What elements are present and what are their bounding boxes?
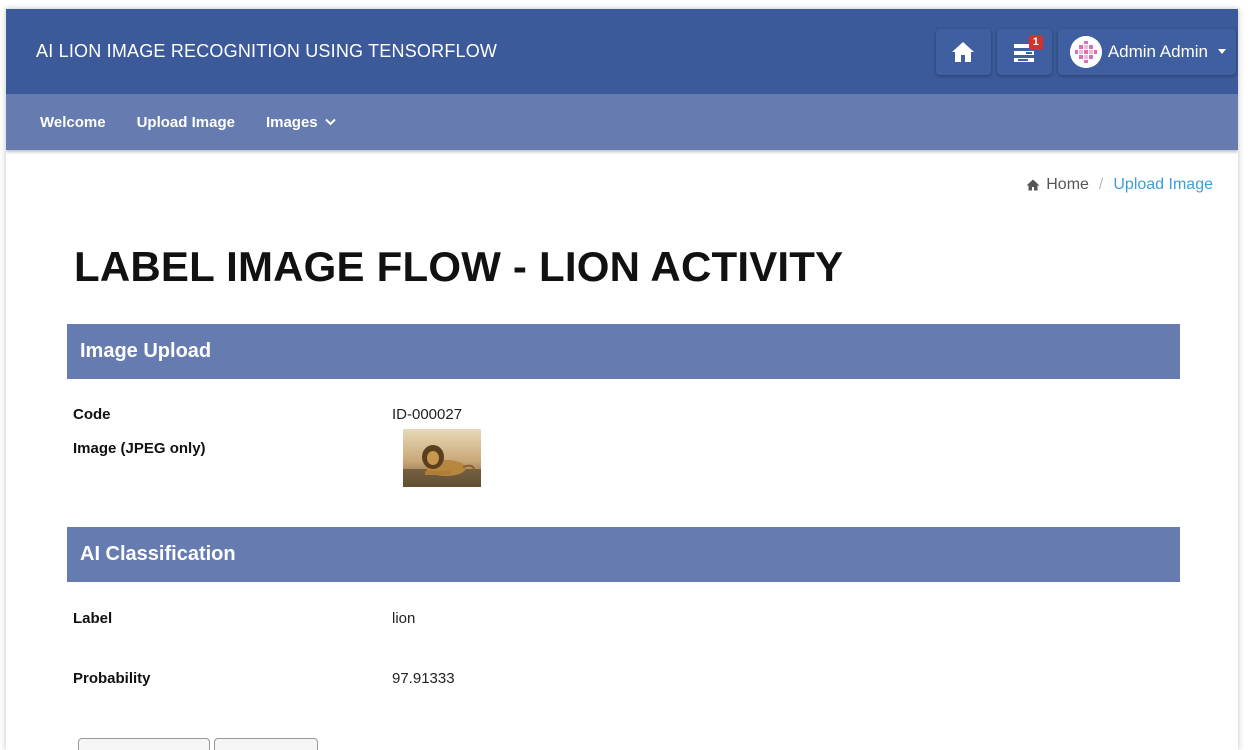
app-title: AI LION IMAGE RECOGNITION USING TENSORFL… [36,41,498,61]
label-value: lion [392,610,416,627]
form-button-secondary[interactable] [214,738,318,750]
nav-item-images[interactable]: Images [266,114,336,131]
code-label: Code [73,406,111,423]
user-name: Admin Admin [1107,41,1208,61]
notification-badge: 1 [1028,34,1043,50]
page-title: LABEL IMAGE FLOW - LION ACTIVITY [74,243,844,290]
main-nav: Welcome Upload Image Images [6,94,1238,150]
probability-value: 97.91333 [392,670,455,687]
tasks-button[interactable]: 1 [996,28,1052,75]
home-icon [952,41,975,62]
breadcrumb-current[interactable]: Upload Image [1113,176,1213,194]
lion-image-thumbnail[interactable] [403,429,481,487]
chevron-down-icon [324,118,336,126]
image-upload-header: Image Upload [67,324,1180,379]
nav-item-welcome[interactable]: Welcome [40,114,106,131]
ai-classification-header: AI Classification [67,527,1180,582]
breadcrumb-separator: / [1098,176,1104,193]
breadcrumb-home-link[interactable]: Home [1046,176,1089,194]
nav-item-label: Images [265,113,318,131]
app-window: AI LION IMAGE RECOGNITION USING TENSORFL… [6,9,1238,750]
user-menu-button[interactable]: Admin Admin [1057,28,1236,75]
probability-label: Probability [73,670,151,687]
avatar-icon [1069,35,1102,68]
top-header: AI LION IMAGE RECOGNITION USING TENSORFL… [6,9,1238,94]
header-actions: 1 Admin Admin [935,28,1236,75]
home-icon [1026,179,1040,191]
home-button[interactable] [935,28,991,75]
nav-item-label: Upload Image [136,113,235,131]
nav-item-label: Welcome [40,113,106,131]
breadcrumb: Home / Upload Image [1026,176,1213,194]
form-button-primary[interactable] [78,738,210,750]
label-label: Label [73,610,113,627]
code-value: ID-000027 [392,406,463,423]
caret-down-icon [1218,49,1226,54]
nav-item-upload-image[interactable]: Upload Image [137,114,235,131]
image-label: Image (JPEG only) [73,440,206,457]
